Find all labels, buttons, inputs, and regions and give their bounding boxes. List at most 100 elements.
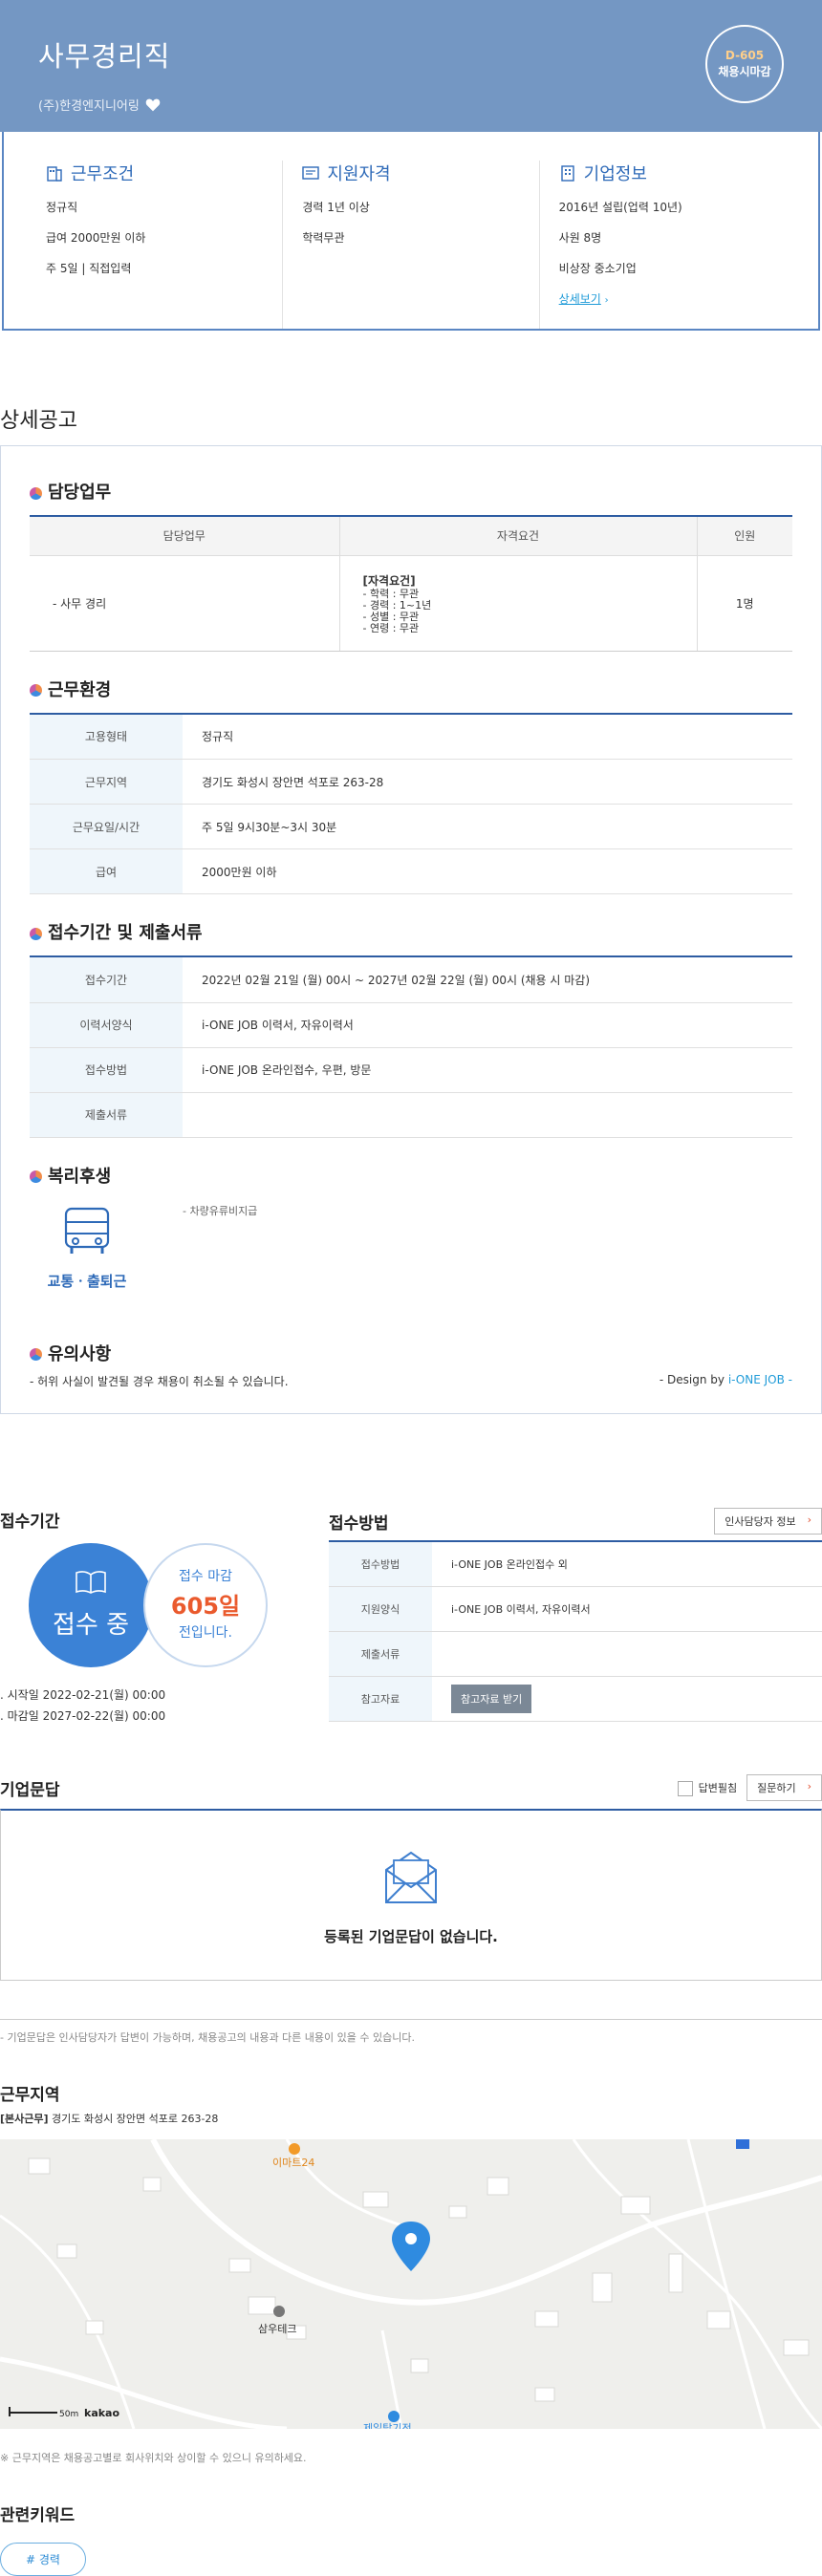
work-area: 근무지역 [본사근무] 경기도 화성시 장안면 석포로 263-28 이마트24 xyxy=(0,2081,822,2465)
count-cell: 1명 xyxy=(696,555,792,652)
environment-heading: 근무환경 xyxy=(30,676,792,701)
qna-empty-box: 등록된 기업문답이 없습니다. xyxy=(0,1809,822,1981)
job-header: 사무경리직 (주)한경엔지니어링 D-605 채용시마감 xyxy=(0,0,822,132)
welfare-note: - 차량유류비지급 xyxy=(183,1204,258,1217)
heart-icon[interactable] xyxy=(145,98,161,112)
welfare-heading: 복리후생 xyxy=(30,1163,792,1188)
conditions-title: 근무조건 xyxy=(71,164,135,184)
qualification-title: 지원자격 xyxy=(327,164,391,184)
dday-status: 채용시마감 xyxy=(718,65,771,78)
detail-title: 상세공고 xyxy=(0,409,77,433)
book-icon xyxy=(76,1571,106,1594)
keywords-title: 관련키워드 xyxy=(0,2506,76,2525)
dday-badge: D-605 채용시마감 xyxy=(705,25,784,103)
table-row: 근무지역 경기도 화성시 장안면 석포로 263-28 xyxy=(30,759,792,805)
company-info-title: 기업정보 xyxy=(583,164,647,184)
deadline-circle: 접수 마감 605일 전입니다. xyxy=(143,1543,268,1667)
environment-table: 고용형태 정규직 근무지역 경기도 화성시 장안면 석포로 263-28 근무요일/… xyxy=(30,714,792,894)
caution-heading: 유의사항 xyxy=(30,1341,792,1365)
office-icon xyxy=(560,165,574,182)
start-date: 시작일 2022-02-21(월) 00:00 xyxy=(7,1688,166,1702)
table-row: 접수방법 i-ONE JOB 온라인접수, 우편, 방문 xyxy=(30,1047,792,1093)
table-row: 지원양식 i-ONE JOB 이력서, 자유이력서 xyxy=(329,1586,822,1632)
duty-heading: 담당업무 xyxy=(30,479,792,504)
chevron-right-icon: › xyxy=(807,1513,811,1526)
company-detail-link[interactable]: 상세보기 xyxy=(559,292,601,306)
map-poi-label: 제일탑기전 xyxy=(363,2421,412,2429)
company-item: 비상장 중소기업 xyxy=(558,262,637,275)
table-row: 참고자료 참고자료 받기 xyxy=(329,1676,822,1722)
design-by: - Design by i-ONE JOB - xyxy=(659,1373,792,1386)
condition-item: 정규직 xyxy=(46,201,78,214)
duty-table: 담당업무 자격요건 인원 - 사무 경리 [자격요건] - 학력 : 무관 - … xyxy=(30,517,792,652)
dates: . 시작일 2022-02-21(월) 00:00 . 마감일 2027-02-… xyxy=(0,1688,166,1723)
bus-icon xyxy=(64,1207,110,1254)
map-scale: 50m xyxy=(59,2410,78,2419)
building-icon xyxy=(47,166,62,182)
qna-empty-text: 등록된 기업문답이 없습니다. xyxy=(324,1928,498,1945)
method-table: 접수방법 i-ONE JOB 온라인접수 외 지원양식 i-ONE JOB 이력서,… xyxy=(329,1540,822,1722)
chevron-right-icon: › xyxy=(604,295,609,306)
reception-table: 접수기간 2022년 02월 21일 (월) 00시 ~ 2027년 02월 22… xyxy=(30,957,792,1138)
company-item: 사원 8명 xyxy=(558,231,602,245)
column-header: 자격요건 xyxy=(338,517,697,556)
end-date: 마감일 2027-02-22(월) 00:00 xyxy=(7,1709,166,1723)
welfare-list: 교통ㆍ출퇴근 - 차량유류비지급 xyxy=(30,1203,792,1291)
map-canvas[interactable]: 이마트24 삼우테크 제일탑기전 50m kakao xyxy=(0,2139,822,2429)
status-text: 접수 중 xyxy=(52,1611,130,1640)
column-header: 담당업무 xyxy=(30,517,340,556)
reception-heading: 접수기간 및 제출서류 xyxy=(30,919,792,944)
deadline-days: 605일 xyxy=(170,1593,241,1620)
table-row: 접수방법 i-ONE JOB 온라인접수 외 xyxy=(329,1541,822,1587)
envelope-icon xyxy=(385,1851,437,1903)
reference-download-button[interactable]: 참고자료 받기 xyxy=(451,1684,532,1713)
keywords: 관련키워드 # 경력 xyxy=(0,2501,822,2576)
map-note: ※ 근무지역은 채용공고별로 회사위치와 상이할 수 있으니 유의하세요. xyxy=(0,2452,307,2464)
area-title: 근무지역 xyxy=(0,2086,60,2105)
map-poi-label: 삼우테크 xyxy=(258,2323,296,2335)
column-header: 인원 xyxy=(696,517,792,556)
company-label: (주)한경엔지니어링 xyxy=(38,99,140,114)
hr-contact-button[interactable]: 인사담당자 정보 › xyxy=(714,1508,822,1535)
qualification-cell: [자격요건] - 학력 : 무관 - 경력 : 1~1년 - 성별 : 무관 -… xyxy=(338,555,697,652)
summary-company: 기업정보 2016년 설립(업력 10년) 사원 8명 비상장 중소기업 상세보… xyxy=(538,161,795,329)
detail-box: 담당업무 담당업무 자격요건 인원 - 사무 경리 [자격요건] - 학력 : … xyxy=(0,445,822,1414)
bullet-dot-icon xyxy=(30,927,42,940)
qna-note: - 기업문답은 인사담당자가 답변이 가능하며, 채용공고의 내용과 다른 내용… xyxy=(0,2019,822,2045)
area-address: [본사근무] 경기도 화성시 장안면 석포로 263-28 xyxy=(0,2113,219,2125)
map-brand: kakao xyxy=(84,2407,119,2419)
status-circles: 접수 중 접수 마감 605일 전입니다. xyxy=(0,1543,329,1686)
table-row: 접수기간 2022년 02월 21일 (월) 00시 ~ 2027년 02월 22… xyxy=(30,957,792,1003)
company-name[interactable]: (주)한경엔지니어링 xyxy=(38,96,784,114)
bullet-dot-icon xyxy=(30,1348,42,1361)
job-summary: 근무조건 정규직 급여 2000만원 이하 주 5일 | 직접입력 지원자격 경… xyxy=(2,132,820,331)
keyword-tag[interactable]: # 경력 xyxy=(0,2543,86,2576)
welfare-card: 교통ㆍ출퇴근 xyxy=(30,1203,144,1291)
qna-header: 기업문답 답변필침 질문하기 › xyxy=(0,1774,822,1801)
status-circle: 접수 중 xyxy=(29,1543,153,1667)
dday-count: D-605 xyxy=(725,49,765,62)
company-item: 2016년 설립(업력 10년) xyxy=(558,201,682,214)
ask-button[interactable]: 질문하기 › xyxy=(746,1774,822,1801)
apply-section: 접수기간 접수 중 접수 마감 605일 전입니다. . 시작일 2022-02… xyxy=(0,1508,822,1728)
id-card-icon xyxy=(302,166,320,180)
map[interactable]: 이마트24 삼우테크 제일탑기전 50m kakao xyxy=(0,2139,822,2429)
method-title: 접수방법 xyxy=(329,1513,389,1534)
period-title: 접수기간 xyxy=(0,1513,60,1532)
condition-item: 주 5일 | 직접입력 xyxy=(46,262,132,275)
bullet-dot-icon xyxy=(30,486,42,500)
job-title: 사무경리직 xyxy=(38,40,171,73)
table-row: 고용형태 정규직 xyxy=(30,714,792,760)
table-row: 이력서양식 i-ONE JOB 이력서, 자유이력서 xyxy=(30,1002,792,1048)
table-row: 제출서류 xyxy=(30,1092,792,1138)
qualification-item: 학력무관 xyxy=(302,231,345,245)
summary-conditions: 근무조건 정규직 급여 2000만원 이하 주 5일 | 직접입력 xyxy=(27,161,282,329)
table-row: 급여 2000만원 이하 xyxy=(30,848,792,894)
qualification-item: 경력 1년 이상 xyxy=(302,201,370,214)
table-row: 제출서류 xyxy=(329,1631,822,1677)
chevron-right-icon: › xyxy=(807,1780,811,1792)
qna-title: 기업문답 xyxy=(0,1780,60,1800)
summary-qualification: 지원자격 경력 1년 이상 학력무관 xyxy=(282,161,538,329)
duty-cell: - 사무 경리 xyxy=(30,555,340,652)
answered-checkbox[interactable]: 답변필침 xyxy=(677,1780,737,1796)
